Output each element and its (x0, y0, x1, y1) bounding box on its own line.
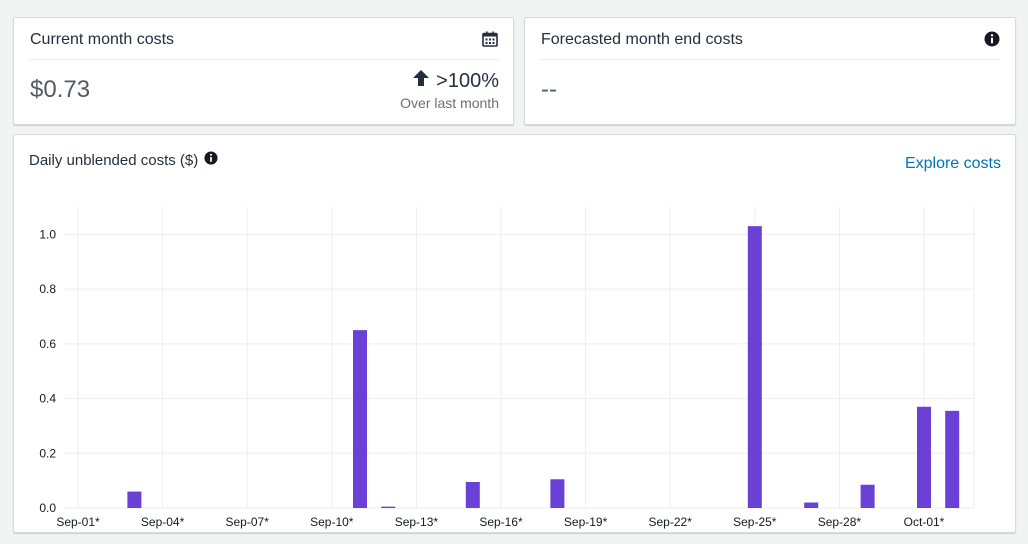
bar (353, 330, 367, 508)
card-divider (540, 59, 1000, 60)
current-month-title: Current month costs (30, 31, 175, 48)
bar-chart: 0.0 0.2 0.4 0.6 0.8 1.0 Sep-01* Sep-04* Sep-07* S… (39, 207, 975, 529)
current-month-value: $0.73 (30, 76, 91, 103)
bar (465, 482, 480, 508)
info-icon[interactable] (984, 31, 1000, 52)
y-tick-label: 0.0 (39, 501, 56, 515)
calendar-icon[interactable] (482, 31, 498, 52)
trend-value: >100% (436, 69, 499, 92)
y-tick-label: 1.0 (39, 227, 56, 241)
forecast-costs-card: Forecasted month end costs -- (524, 17, 1016, 125)
card-divider (29, 59, 498, 60)
bar (804, 502, 819, 508)
bar (747, 226, 762, 508)
x-tick-label: Sep-19* (564, 515, 608, 529)
bar (127, 491, 142, 508)
trend-caption: Over last month (400, 95, 499, 111)
bar (945, 410, 960, 508)
y-tick-label: 0.8 (39, 282, 56, 296)
x-tick-label: Oct-01* (904, 515, 945, 529)
y-tick-label: 0.4 (39, 392, 56, 406)
bar (860, 484, 875, 508)
y-tick-label: 0.2 (39, 446, 56, 460)
x-tick-label: Sep-04* (141, 515, 185, 529)
current-month-costs-card: Current month costs $0.73 >100% Over las… (13, 17, 514, 125)
x-tick-label: Sep-07* (226, 515, 270, 529)
bar (381, 506, 396, 508)
forecast-value: -- (541, 76, 557, 103)
x-tick-label: Sep-10* (310, 515, 354, 529)
arrow-up-icon (412, 69, 430, 93)
trend-indicator: >100% Over last month (400, 69, 499, 112)
x-tick-label: Sep-16* (479, 515, 523, 529)
x-tick-label: Sep-01* (56, 515, 100, 529)
x-tick-label: Sep-13* (395, 515, 439, 529)
x-tick-label: Sep-22* (649, 515, 693, 529)
y-tick-label: 0.6 (39, 337, 56, 351)
bar (917, 406, 931, 508)
daily-costs-chart-card: Daily unblended costs ($) Explore costs … (13, 134, 1016, 533)
forecast-title: Forecasted month end costs (541, 31, 743, 48)
x-tick-label: Sep-25* (733, 515, 777, 529)
bar (550, 479, 565, 508)
x-tick-label: Sep-28* (818, 515, 862, 529)
